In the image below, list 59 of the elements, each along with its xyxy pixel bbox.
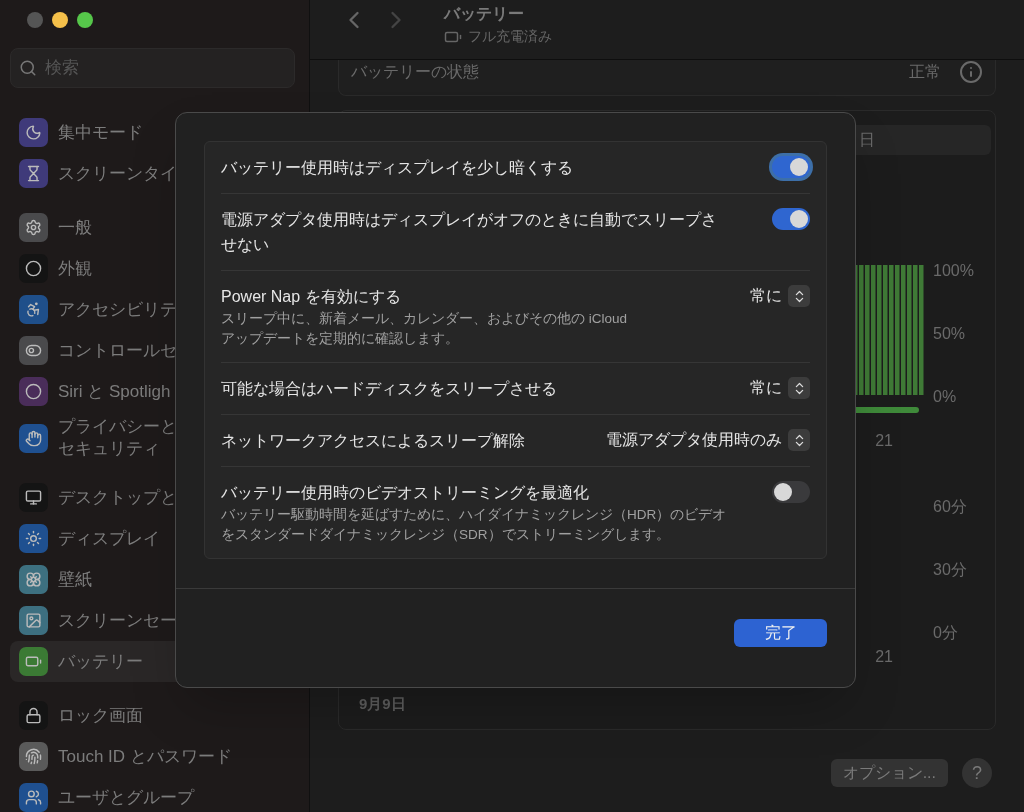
sidebar-item[interactable]: Touch ID とパスワード bbox=[10, 736, 299, 777]
window-title: バッテリー bbox=[444, 4, 525, 24]
axis-label: 60分 bbox=[933, 497, 968, 517]
setting-label: ネットワークアクセスによるスリープ解除 bbox=[221, 431, 525, 451]
setting-label: Power Nap を有効にする bbox=[221, 287, 402, 307]
popup-menu[interactable]: 常に bbox=[750, 284, 810, 308]
sidebar-item[interactable]: 壁紙 bbox=[10, 559, 299, 600]
help-button[interactable]: ? bbox=[962, 758, 992, 788]
sidebar-item[interactable]: スクリーンセー bbox=[10, 600, 299, 641]
sidebar-label: アクセシビリテ bbox=[58, 298, 177, 321]
minimize-window-icon[interactable] bbox=[52, 12, 68, 28]
sidebar-label: ディスプレイ bbox=[58, 527, 160, 550]
setting-description: バッテリー駆動時間を延ばすために、ハイダイナミックレンジ（HDR）のビデオ bbox=[221, 506, 727, 524]
sidebar-label: プライバシーと bbox=[58, 416, 177, 438]
sidebar-label: セキュリティ bbox=[58, 438, 161, 460]
health-label: バッテリーの状態 bbox=[351, 62, 479, 82]
axis-label: 0% bbox=[933, 387, 958, 407]
popup-menu[interactable]: 電源アダプタ使用時のみ bbox=[606, 428, 810, 452]
sidebar-label: スクリーンタイ bbox=[58, 162, 177, 185]
setting-label: バッテリー使用時のビデオストリーミングを最適化 bbox=[221, 483, 590, 503]
sidebar-label: ユーザとグループ bbox=[58, 786, 194, 809]
charge-status: フル充電済み bbox=[468, 27, 552, 46]
sidebar-item[interactable]: ユーザとグループ bbox=[10, 777, 299, 812]
close-window-icon[interactable] bbox=[27, 12, 43, 28]
toggle-switch[interactable] bbox=[772, 481, 810, 503]
options-button[interactable]: オプション... bbox=[830, 759, 948, 787]
sidebar-label: スクリーンセー bbox=[58, 609, 177, 632]
health-value: 正常 bbox=[909, 62, 941, 82]
popup-menu[interactable]: 常に bbox=[750, 376, 810, 400]
done-button[interactable]: 完了 bbox=[734, 619, 827, 647]
sidebar-label: バッテリー bbox=[58, 650, 143, 673]
zoom-window-icon[interactable] bbox=[77, 12, 93, 28]
axis-label: 50% bbox=[933, 324, 967, 344]
setting-label: 可能な場合はハードディスクをスリープさせる bbox=[221, 379, 557, 399]
sidebar-label: 一般 bbox=[58, 216, 92, 239]
setting-description: アップデートを定期的に確認します。 bbox=[221, 330, 460, 348]
sidebar-label: Siri と Spotligh bbox=[58, 380, 171, 403]
sidebar-item[interactable]: ロック画面 bbox=[10, 695, 299, 736]
setting-description: スリープ中に、新着メール、カレンダー、およびその他の iCloud bbox=[221, 310, 628, 328]
sidebar-label: ロック画面 bbox=[58, 704, 143, 727]
info-icon[interactable] bbox=[959, 60, 983, 84]
sidebar-label: コントロールセ bbox=[58, 339, 177, 362]
sidebar-label: デスクトップと bbox=[58, 486, 177, 509]
setting-label: バッテリー使用時はディスプレイを少し暗くする bbox=[221, 158, 573, 178]
axis-label: 100% bbox=[933, 261, 975, 281]
sidebar-label: 外観 bbox=[58, 257, 92, 280]
axis-label: 0分 bbox=[933, 623, 959, 643]
axis-label: 21 bbox=[875, 431, 893, 451]
setting-description: をスタンダードダイナミックレンジ（SDR）でストリーミングします。 bbox=[221, 526, 671, 544]
sidebar-label: 集中モード bbox=[58, 121, 143, 144]
setting-label: 電源アダプタ使用時はディスプレイがオフのときに自動でスリープさせない bbox=[221, 210, 718, 255]
sidebar-item[interactable]: 集中モード bbox=[10, 112, 299, 153]
search-icon bbox=[19, 59, 37, 77]
sidebar-label: 壁紙 bbox=[58, 568, 92, 591]
sidebar-label: Touch ID とパスワード bbox=[58, 745, 232, 768]
date-label: 9月9日 bbox=[359, 694, 407, 714]
axis-label: 30分 bbox=[933, 560, 968, 580]
axis-label: 21 bbox=[875, 647, 893, 667]
toggle-switch[interactable] bbox=[772, 208, 810, 230]
